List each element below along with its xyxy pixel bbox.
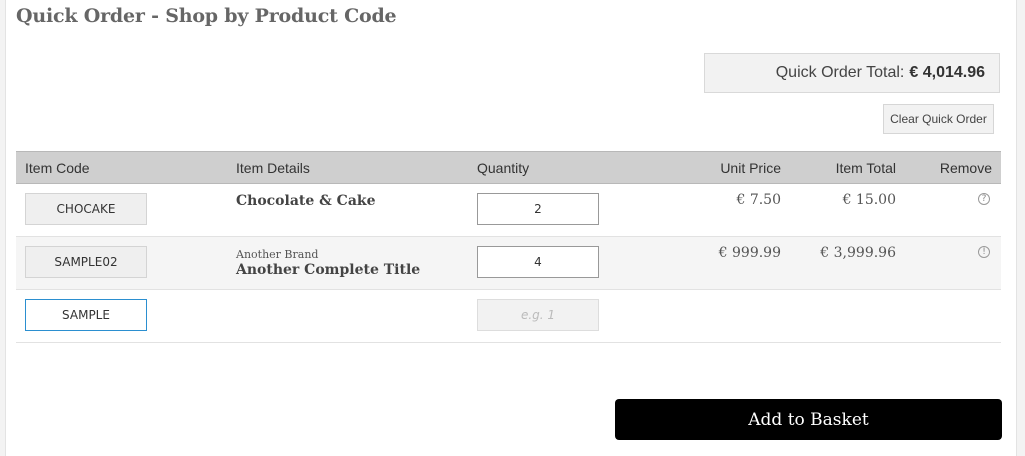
item-code-input[interactable] — [25, 299, 147, 331]
quantity-input[interactable] — [477, 246, 599, 278]
page-title: Quick Order - Shop by Product Code — [16, 5, 397, 27]
quantity-input[interactable] — [477, 299, 599, 331]
item-brand: Another Brand — [236, 248, 319, 261]
unit-price: € 7.50 — [736, 192, 781, 208]
quantity-input[interactable] — [477, 193, 599, 225]
total-value: € 4,014.96 — [909, 64, 985, 81]
item-total: € 15.00 — [842, 192, 896, 208]
item-code: SAMPLE02 — [25, 246, 147, 278]
new-item-row — [16, 290, 1001, 343]
remove-icon[interactable]: ! — [978, 246, 990, 258]
table-header: Item Code Item Details Quantity Unit Pri… — [16, 151, 1001, 184]
table-row: CHOCAKE Chocolate & Cake € 7.50 € 15.00 … — [16, 184, 1001, 237]
header-remove: Remove — [939, 160, 992, 176]
header-unit-price: Unit Price — [720, 160, 781, 176]
table-row: SAMPLE02 Another Brand Another Complete … — [16, 237, 1001, 290]
header-item-code: Item Code — [25, 160, 90, 176]
clear-quick-order-button[interactable]: Clear Quick Order — [883, 104, 994, 134]
item-title: Chocolate & Cake — [236, 193, 376, 209]
quick-order-panel: Quick Order - Shop by Product Code Quick… — [5, 0, 1017, 456]
total-label: Quick Order Total: — [775, 64, 905, 81]
header-quantity: Quantity — [477, 160, 530, 176]
item-total: € 3,999.96 — [820, 245, 896, 261]
add-to-basket-button[interactable]: Add to Basket — [615, 399, 1002, 440]
quick-order-total: Quick Order Total: € 4,014.96 — [704, 53, 1000, 93]
unit-price: € 999.99 — [718, 245, 781, 261]
header-item-details: Item Details — [236, 160, 310, 176]
header-item-total: Item Total — [835, 160, 896, 176]
remove-icon[interactable]: ? — [978, 193, 990, 205]
item-title: Another Complete Title — [236, 262, 421, 278]
item-code: CHOCAKE — [25, 193, 147, 225]
